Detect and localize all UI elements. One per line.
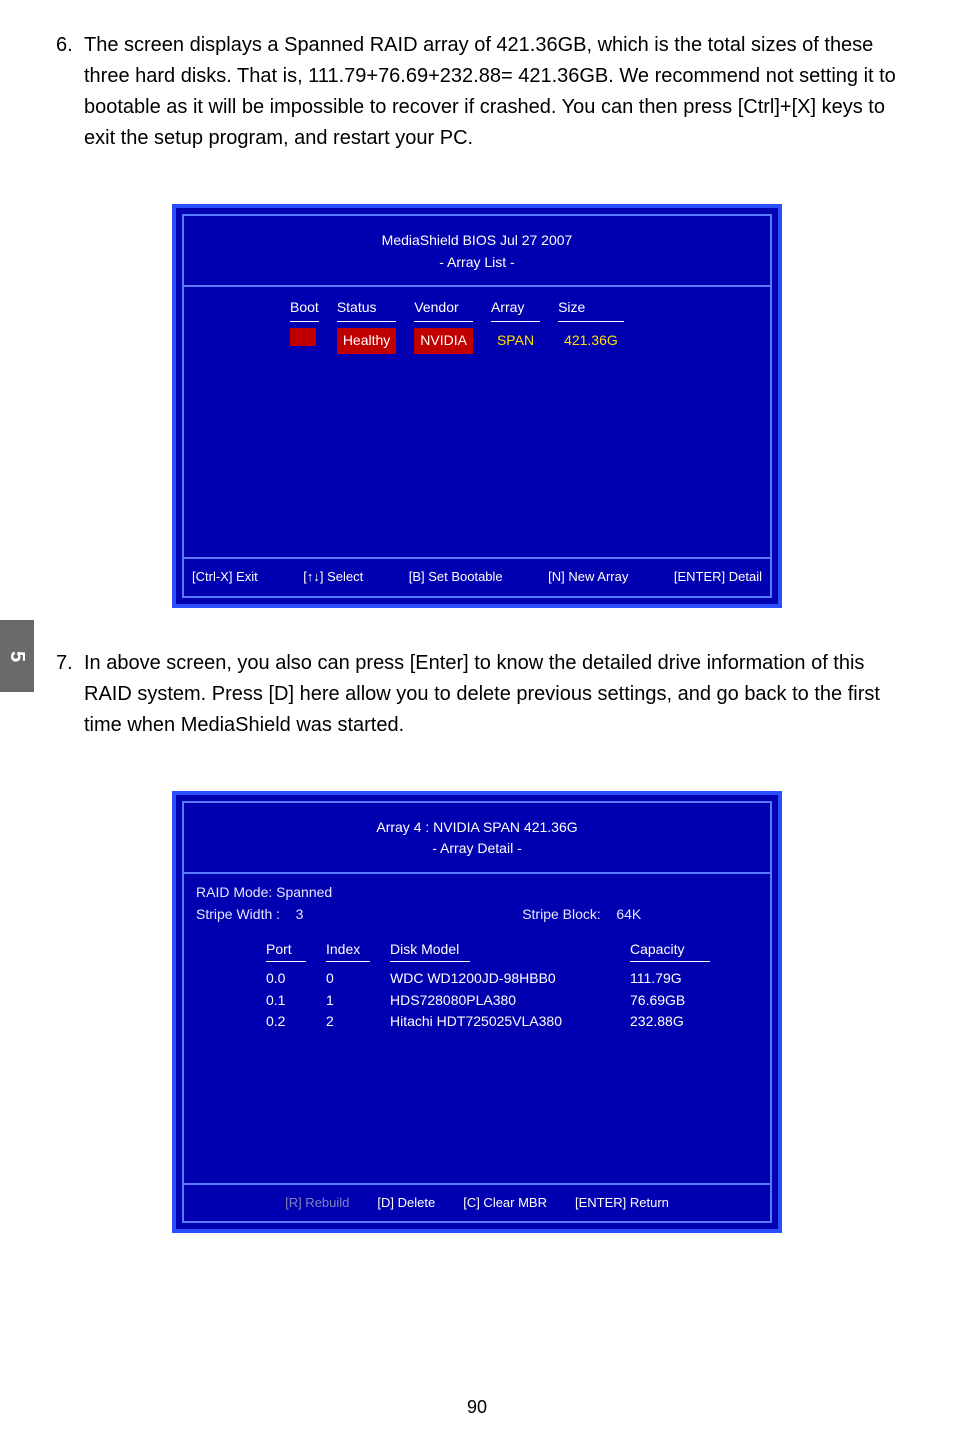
key-return: [ENTER] Return (575, 1193, 669, 1213)
th-capacity-label: Capacity (630, 941, 684, 957)
cell-port: 0.0 (266, 968, 306, 990)
cell-model: WDC WD1200JD-98HBB0 (390, 968, 610, 990)
instruction-list-2: 7. In above screen, you also can press [… (56, 648, 898, 741)
underline (491, 321, 540, 322)
bios-col-status: Status Healthy (337, 297, 396, 353)
bios-array-detail-screen: Array 4 : NVIDIA SPAN 421.36G - Array De… (172, 791, 782, 1234)
bios-body: Boot Status Healthy Vendor NVIDIA (184, 287, 770, 557)
cell-model: HDS728080PLA380 (390, 990, 610, 1012)
bios2-table: Port Index Disk Model Capacity (266, 939, 758, 1033)
step-text: The screen displays a Spanned RAID array… (84, 30, 898, 154)
underline (630, 961, 710, 962)
bios-inner-frame: Array 4 : NVIDIA SPAN 421.36G - Array De… (182, 801, 772, 1224)
bios-col-vendor: Vendor NVIDIA (414, 297, 473, 353)
th-model-label: Disk Model (390, 941, 459, 957)
stripe-block-label: Stripe Block: (522, 906, 601, 922)
th-boot: Boot (290, 297, 319, 321)
th-model: Disk Model (390, 939, 610, 968)
bios-title: MediaShield BIOS Jul 27 2007 - Array Lis… (184, 216, 770, 287)
step-number: 6. (56, 30, 84, 154)
cell-index: 1 (326, 990, 370, 1012)
cell-index: 0 (326, 968, 370, 990)
key-delete: [D] Delete (377, 1193, 435, 1213)
th-size: Size (558, 297, 624, 321)
cell-capacity: 111.79G (630, 968, 710, 990)
bios-title: Array 4 : NVIDIA SPAN 421.36G - Array De… (184, 803, 770, 874)
step-text: In above screen, you also can press [Ent… (84, 648, 898, 741)
bios-title-line2: - Array Detail - (184, 838, 770, 860)
stripe-width-value: 3 (296, 906, 304, 922)
table-row: 0.2 2 Hitachi HDT725025VLA380 232.88G (266, 1011, 758, 1033)
underline (326, 961, 370, 962)
bios-title-line1: MediaShield BIOS Jul 27 2007 (184, 230, 770, 252)
cell-model: Hitachi HDT725025VLA380 (390, 1011, 610, 1033)
cell-vendor: NVIDIA (414, 328, 473, 354)
table-row: 0.0 0 WDC WD1200JD-98HBB0 111.79G (266, 968, 758, 990)
underline (337, 321, 396, 322)
table-row: 0.1 1 HDS728080PLA380 76.69GB (266, 990, 758, 1012)
underline (558, 321, 624, 322)
cell-capacity: 232.88G (630, 1011, 710, 1033)
bios-table: Boot Status Healthy Vendor NVIDIA (290, 297, 754, 353)
underline (390, 961, 470, 962)
key-clearmbr: [C] Clear MBR (463, 1193, 547, 1213)
cell-port: 0.2 (266, 1011, 306, 1033)
key-select: [↑↓] Select (303, 567, 363, 587)
underline (414, 321, 473, 322)
side-tab: 5 (0, 620, 34, 692)
cell-array: SPAN (491, 328, 540, 354)
bios-title-line2: - Array List - (184, 252, 770, 274)
bios-col-boot: Boot (290, 297, 319, 353)
cell-capacity: 76.69GB (630, 990, 710, 1012)
th-array: Array (491, 297, 540, 321)
stripe-block: Stripe Block: 64K (522, 904, 641, 926)
step-7: 7. In above screen, you also can press [… (56, 648, 898, 741)
bios-footer: [Ctrl-X] Exit [↑↓] Select [B] Set Bootab… (184, 557, 770, 595)
cell-index: 2 (326, 1011, 370, 1033)
th-index: Index (326, 939, 370, 968)
underline (290, 321, 319, 322)
bios-inner-frame: MediaShield BIOS Jul 27 2007 - Array Lis… (182, 214, 772, 598)
th-index-label: Index (326, 941, 360, 957)
th-status: Status (337, 297, 396, 321)
key-rebuild: [R] Rebuild (285, 1193, 349, 1213)
key-detail: [ENTER] Detail (674, 567, 762, 587)
side-tab-label: 5 (2, 650, 33, 661)
key-exit: [Ctrl-X] Exit (192, 567, 258, 587)
page-content: 6. The screen displays a Spanned RAID ar… (56, 30, 898, 1273)
bios2-header-row: Port Index Disk Model Capacity (266, 939, 758, 968)
cell-status: Healthy (337, 328, 396, 354)
th-port: Port (266, 939, 306, 968)
stripe-width: Stripe Width : 3 (196, 904, 332, 926)
bios-title-line1: Array 4 : NVIDIA SPAN 421.36G (184, 817, 770, 839)
cell-size: 421.36G (558, 328, 624, 354)
cell-port: 0.1 (266, 990, 306, 1012)
page-number: 90 (0, 1394, 954, 1422)
raid-mode: RAID Mode: Spanned (196, 882, 332, 904)
th-vendor: Vendor (414, 297, 473, 321)
boot-indicator (290, 328, 316, 346)
bios-col-array: Array SPAN (491, 297, 540, 353)
step-number: 7. (56, 648, 84, 741)
th-capacity: Capacity (630, 939, 710, 968)
key-newarray: [N] New Array (548, 567, 628, 587)
bios-status-line: RAID Mode: Spanned Stripe Width : 3 Stri… (184, 874, 770, 933)
step-6: 6. The screen displays a Spanned RAID ar… (56, 30, 898, 154)
underline (266, 961, 306, 962)
bios-col-size: Size 421.36G (558, 297, 624, 353)
stripe-width-label: Stripe Width : (196, 906, 280, 922)
stripe-block-value: 64K (616, 906, 641, 922)
instruction-list: 6. The screen displays a Spanned RAID ar… (56, 30, 898, 154)
status-left: RAID Mode: Spanned Stripe Width : 3 (196, 882, 332, 925)
bios-footer: [R] Rebuild [D] Delete [C] Clear MBR [EN… (184, 1183, 770, 1221)
bios2-body: Port Index Disk Model Capacity (184, 933, 770, 1183)
bios-array-list-screen: MediaShield BIOS Jul 27 2007 - Array Lis… (172, 204, 782, 608)
key-setbootable: [B] Set Bootable (409, 567, 503, 587)
th-port-label: Port (266, 941, 292, 957)
